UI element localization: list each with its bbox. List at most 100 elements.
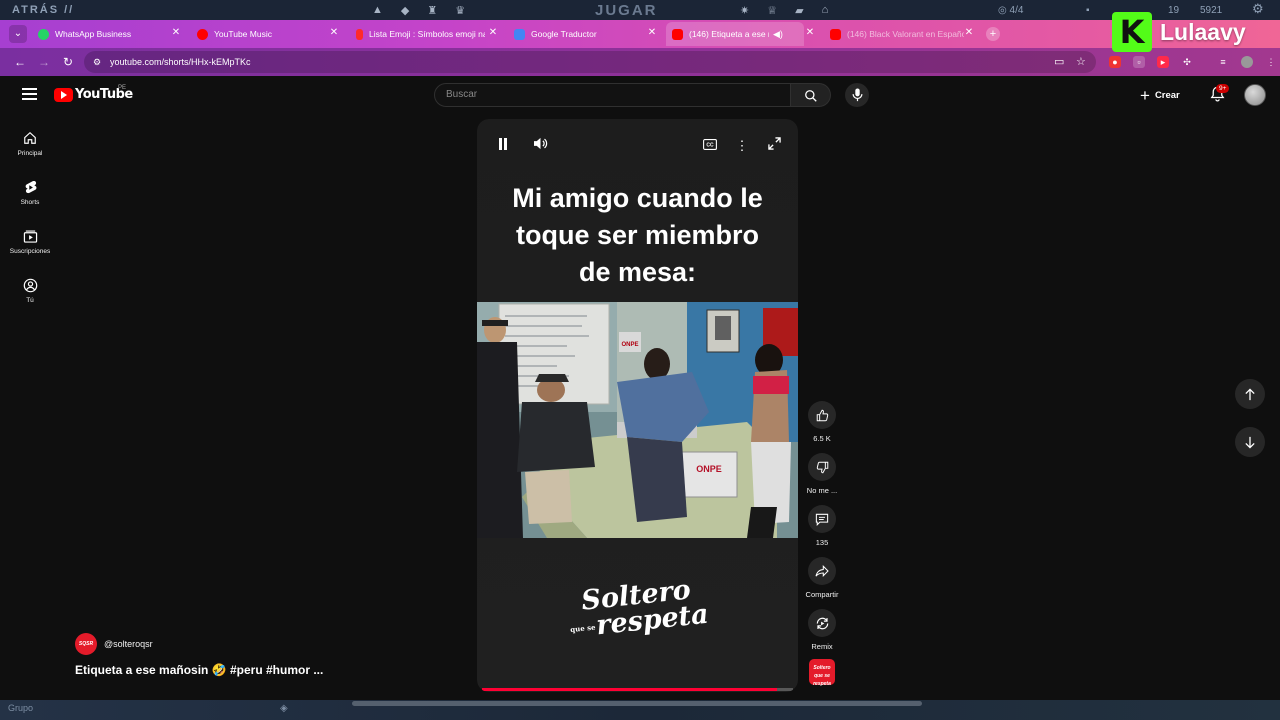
extensions-puzzle-icon[interactable]: ✣ <box>1181 56 1193 68</box>
browser-tab[interactable]: YouTube Music <box>191 22 331 46</box>
remix-button[interactable]: Remix <box>804 609 840 651</box>
extension-icon[interactable]: ▫ <box>1133 56 1145 68</box>
thumbs-up-icon <box>816 409 828 421</box>
channel-handle[interactable]: @solteroqsr <box>104 639 153 649</box>
tab-close-icon[interactable]: ✕ <box>646 27 658 39</box>
overlay-icons-left: ▲ ◆ ♜ ♛ <box>372 4 465 17</box>
overlay-esports-icon[interactable]: ✷ <box>740 4 749 17</box>
overlay-collection-icon[interactable]: ♛ <box>455 4 465 17</box>
comments-button[interactable]: 135 <box>804 505 840 547</box>
forward-arrow-icon[interactable]: → <box>36 54 52 70</box>
comments-count: 135 <box>815 538 829 547</box>
extension-icon[interactable]: ● <box>1109 56 1121 68</box>
overlay-back-label[interactable]: ATRÁS // <box>12 4 74 16</box>
reading-list-icon[interactable]: ≡ <box>1217 56 1229 68</box>
voice-search-button[interactable] <box>845 83 869 107</box>
tab-title: Lista Emoji : Símbolos emoji na <box>369 29 485 39</box>
region-code: PE <box>118 85 127 91</box>
tab-title: Google Traductor <box>531 29 597 39</box>
url-bar[interactable]: ⚙ youtube.com/shorts/HHx-kEMpTKc ▭ ☆ <box>84 51 1096 73</box>
next-short-button[interactable] <box>1235 427 1265 457</box>
like-button[interactable]: 6.5 K <box>804 401 840 443</box>
browser-tab[interactable]: Lista Emoji : Símbolos emoji na <box>350 22 485 46</box>
overlay-premier-icon[interactable]: ⌂ <box>822 4 829 17</box>
tab-close-icon[interactable]: ✕ <box>170 27 182 39</box>
sidebar-item-home[interactable]: Principal <box>0 127 60 157</box>
youtube-logo[interactable]: YouTube PE <box>54 85 133 102</box>
overlay-pin-icon[interactable]: ◈ <box>280 703 288 714</box>
create-label: Crear <box>1154 89 1180 101</box>
sidebar-item-label: Tú <box>26 297 34 304</box>
video-title[interactable]: Etiqueta a ese mañosin 🤣 #peru #humor ..… <box>75 663 323 677</box>
video-frame: ONPE ONPE <box>477 302 798 538</box>
site-info-icon[interactable]: ⚙ <box>90 57 104 68</box>
bolt-icon <box>356 28 363 40</box>
short-caption: Mi amigo cuando le toque ser miembro de … <box>477 180 798 291</box>
overlay-group-label[interactable]: Grupo <box>8 703 33 713</box>
sidebar-item-you[interactable]: Tú <box>0 274 60 304</box>
overlay-battlepass-icon[interactable]: ♜ <box>427 4 437 17</box>
reload-icon[interactable]: ↻ <box>60 54 76 70</box>
share-button[interactable]: Compartir <box>804 557 840 599</box>
create-button[interactable]: + Crear <box>1140 83 1180 107</box>
previous-short-button[interactable] <box>1235 379 1265 409</box>
youtube-play-icon <box>54 87 73 102</box>
search-input[interactable]: Buscar <box>434 83 791 107</box>
overlay-career-icon[interactable]: ◆ <box>401 4 409 17</box>
extension-icon[interactable]: ▸ <box>1157 56 1169 68</box>
overlay-trophy-icon[interactable]: ♕ <box>767 4 777 17</box>
menu-icon[interactable] <box>22 88 37 100</box>
pause-button[interactable] <box>493 136 513 156</box>
shorts-player[interactable]: CC ⋮ Mi amigo cuando le toque ser miembr… <box>477 119 798 692</box>
tab-title: (146) Black Valorant en Españo <box>847 29 964 39</box>
url-text[interactable]: youtube.com/shorts/HHx-kEMpTKc <box>110 57 251 67</box>
search-icon <box>804 89 817 102</box>
tab-close-icon[interactable]: ✕ <box>963 27 975 39</box>
browser-menu-icon[interactable]: ⋮ <box>1265 56 1277 68</box>
volume-button[interactable] <box>530 136 550 156</box>
youtube-music-icon <box>197 28 208 40</box>
sidebar-item-label: Suscripciones <box>9 248 51 255</box>
dislike-button[interactable]: No me ... <box>804 453 840 495</box>
sidebar-item-subscriptions[interactable]: Suscripciones <box>0 225 60 255</box>
overlay-game-logo[interactable]: JUGAR <box>595 2 658 19</box>
browser-tab[interactable]: WhatsApp Business <box>32 22 172 46</box>
tab-close-icon[interactable]: ✕ <box>804 27 816 39</box>
overlay-icons-right: ✷ ♕ ▰ ⌂ <box>740 4 828 17</box>
overlay-settings-icon[interactable]: ⚙ <box>1252 1 1264 17</box>
channel-thumbnail[interactable]: Soltero que se respeta <box>809 659 835 687</box>
browser-tab[interactable]: (146) Black Valorant en Españo <box>824 22 964 46</box>
bookmark-star-icon[interactable]: ☆ <box>1076 55 1086 68</box>
video-scene-illustration: ONPE ONPE <box>477 302 798 538</box>
caption-line: Mi amigo cuando le <box>512 183 763 213</box>
caption-line: de mesa: <box>578 257 697 287</box>
watermark-small: que se <box>569 622 596 634</box>
browser-tab[interactable]: Google Traductor <box>508 22 648 46</box>
video-progress-bar[interactable] <box>482 688 793 691</box>
tab-close-icon[interactable]: ✕ <box>487 27 499 39</box>
horizontal-scrollbar[interactable] <box>352 701 922 706</box>
microphone-icon <box>852 88 862 102</box>
more-options-icon[interactable]: ⋮ <box>732 136 752 156</box>
browser-tab-bar: ⌄ WhatsApp Business ✕ YouTube Music ✕ Li… <box>0 20 1280 61</box>
avatar[interactable] <box>1244 84 1266 106</box>
overlay-agent-icon[interactable]: ▲ <box>372 4 383 17</box>
tab-close-icon[interactable]: ✕ <box>328 27 340 39</box>
browser-tab-active[interactable]: (146) Etiqueta a ese mañosi ◀) <box>666 22 804 46</box>
caption-line: toque ser miembro <box>515 220 760 250</box>
thumbs-down-icon <box>816 461 828 473</box>
tab-search-icon[interactable]: ⌄ <box>9 25 27 43</box>
fullscreen-button[interactable] <box>764 136 784 156</box>
sidebar-item-shorts[interactable]: Shorts <box>0 176 60 206</box>
new-tab-button[interactable]: + <box>986 27 1000 41</box>
back-arrow-icon[interactable]: ← <box>12 54 28 70</box>
overlay-store-icon[interactable]: ▰ <box>795 4 803 17</box>
search-button[interactable] <box>791 83 831 107</box>
captions-button[interactable]: CC <box>700 136 720 156</box>
tab-audio-icon[interactable]: ◀) <box>773 29 783 40</box>
plus-icon: + <box>1140 85 1150 105</box>
profile-icon[interactable] <box>1241 56 1253 68</box>
overlay-friends-icon[interactable]: ▪ <box>1086 5 1090 16</box>
channel-avatar[interactable]: Soltero que se respetaSQSR <box>75 633 97 655</box>
install-app-icon[interactable]: ▭ <box>1054 55 1064 68</box>
